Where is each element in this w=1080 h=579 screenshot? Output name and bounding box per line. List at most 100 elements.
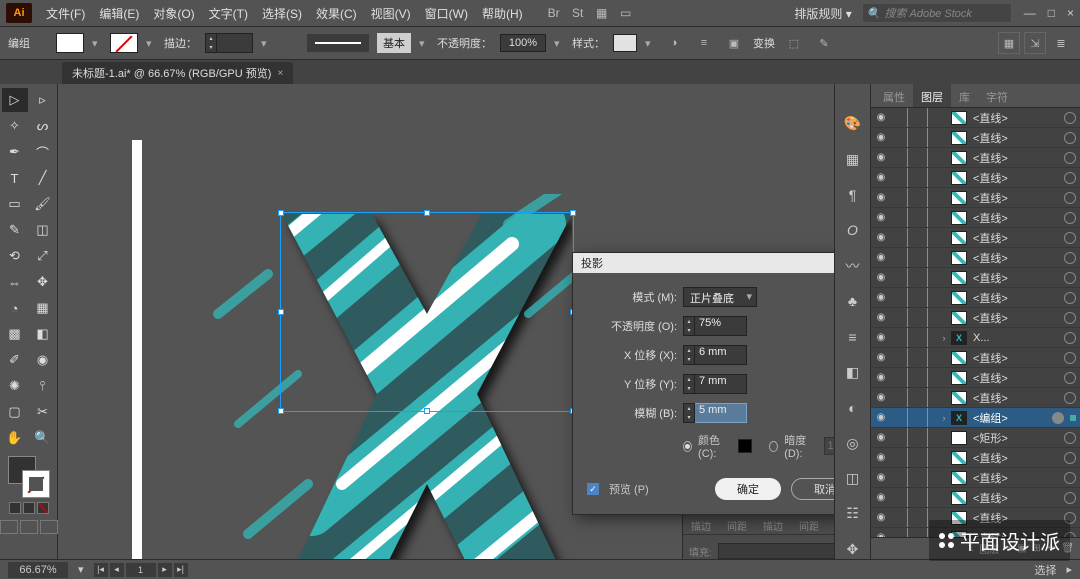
- expand-toggle-icon[interactable]: ›: [939, 413, 949, 423]
- visibility-toggle-icon[interactable]: ◉: [873, 312, 889, 323]
- visibility-toggle-icon[interactable]: ◉: [873, 352, 889, 363]
- layer-name[interactable]: X...: [969, 332, 1062, 344]
- doc-setup-icon[interactable]: ▦: [998, 32, 1020, 54]
- line-tool[interactable]: ╱: [30, 166, 56, 190]
- layer-name[interactable]: <编组>: [969, 410, 1050, 426]
- appearance-tab-1[interactable]: 描边: [683, 515, 719, 534]
- target-icon[interactable]: [1064, 172, 1076, 184]
- shaper-tool[interactable]: ✎: [2, 218, 28, 242]
- align-button[interactable]: ≡: [693, 32, 715, 54]
- layer-list[interactable]: ◉<直线>◉<直线>◉<直线>◉<直线>◉<直线>◉<直线>◉<直线>◉<直线>…: [871, 108, 1080, 537]
- layer-row[interactable]: ◉<矩形>: [871, 428, 1080, 448]
- layer-name[interactable]: <直线>: [969, 150, 1062, 166]
- visibility-toggle-icon[interactable]: ◉: [873, 492, 889, 503]
- transparency-panel-icon[interactable]: ◐: [842, 398, 864, 417]
- paragraph-panel-icon[interactable]: ¶: [842, 185, 864, 204]
- cancel-button[interactable]: 取消: [791, 478, 834, 500]
- color-mode-solid[interactable]: [9, 502, 21, 514]
- panel-tab-libraries[interactable]: 库: [951, 84, 978, 107]
- target-icon[interactable]: [1064, 432, 1076, 444]
- menu-window[interactable]: 窗口(W): [419, 1, 474, 26]
- bridge-icon[interactable]: Br: [544, 3, 564, 23]
- visibility-toggle-icon[interactable]: ◉: [873, 132, 889, 143]
- opacity-stepper[interactable]: ▴▾ 75%: [683, 316, 747, 336]
- layer-row[interactable]: ◉<直线>: [871, 348, 1080, 368]
- document-tab[interactable]: 未标题-1.ai* @ 66.67% (RGB/GPU 预览) ×: [62, 62, 293, 84]
- stock-icon[interactable]: St: [568, 3, 588, 23]
- ok-button[interactable]: 确定: [715, 478, 781, 500]
- curvature-tool[interactable]: ⌒: [30, 140, 56, 164]
- window-close-button[interactable]: ×: [1067, 6, 1074, 20]
- layer-name[interactable]: <直线>: [969, 390, 1062, 406]
- menu-view[interactable]: 视图(V): [365, 1, 417, 26]
- target-icon[interactable]: [1064, 212, 1076, 224]
- blend-tool[interactable]: ◉: [30, 348, 56, 372]
- visibility-toggle-icon[interactable]: ◉: [873, 212, 889, 223]
- layer-row[interactable]: ◉<直线>: [871, 288, 1080, 308]
- preview-checkbox[interactable]: ✓: [587, 483, 599, 495]
- pen-tool[interactable]: ✒: [2, 140, 28, 164]
- layer-row[interactable]: ◉›X<编组>: [871, 408, 1080, 428]
- draw-behind[interactable]: [20, 520, 38, 534]
- shape-builder-tool[interactable]: ◔: [2, 296, 28, 320]
- graphic-styles-panel-icon[interactable]: ◫: [842, 469, 864, 488]
- color-mode-gradient[interactable]: [23, 502, 35, 514]
- layer-row[interactable]: ◉<直线>: [871, 248, 1080, 268]
- visibility-toggle-icon[interactable]: ◉: [873, 112, 889, 123]
- symbol-sprayer-tool[interactable]: ✺: [2, 374, 28, 398]
- visibility-toggle-icon[interactable]: ◉: [873, 432, 889, 443]
- menu-edit[interactable]: 编辑(E): [93, 1, 145, 26]
- layer-name[interactable]: <直线>: [969, 470, 1062, 486]
- chevron-down-icon[interactable]: ▾: [645, 37, 655, 50]
- brush-definition-dropdown[interactable]: [307, 34, 369, 52]
- layer-row[interactable]: ◉<直线>: [871, 168, 1080, 188]
- layer-row[interactable]: ◉<直线>: [871, 188, 1080, 208]
- menu-select[interactable]: 选择(S): [256, 1, 308, 26]
- selection-bounding-box[interactable]: [280, 212, 574, 412]
- zoom-tool[interactable]: 🔍: [30, 426, 56, 450]
- visibility-toggle-icon[interactable]: ◉: [873, 272, 889, 283]
- layer-name[interactable]: <直线>: [969, 450, 1062, 466]
- menu-help[interactable]: 帮助(H): [476, 1, 529, 26]
- eraser-tool[interactable]: ◫: [30, 218, 56, 242]
- close-tab-icon[interactable]: ×: [277, 68, 283, 79]
- gradient-panel-icon[interactable]: ◧: [842, 363, 864, 382]
- visibility-toggle-icon[interactable]: ◉: [873, 392, 889, 403]
- hand-tool[interactable]: ✋: [2, 426, 28, 450]
- edit-symbol-icon[interactable]: ✎: [813, 32, 835, 54]
- panel-tab-properties[interactable]: 属性: [875, 84, 913, 107]
- search-stock-field[interactable]: 🔍 搜索 Adobe Stock: [862, 3, 1012, 23]
- symbols-panel-icon[interactable]: ♣: [842, 292, 864, 311]
- appearance-panel[interactable]: 描边 间距 描边 间距 填充:▴▾ 配置文件:▾⇋: [682, 514, 834, 559]
- chevron-down-icon[interactable]: ▾: [92, 37, 102, 50]
- panel-tab-character[interactable]: 字符: [978, 84, 1016, 107]
- panel-tab-layers[interactable]: 图层: [913, 84, 951, 107]
- recolor-icon[interactable]: ◑: [663, 32, 685, 54]
- opacity-field[interactable]: 100%: [500, 34, 546, 52]
- target-icon[interactable]: [1064, 392, 1076, 404]
- target-icon[interactable]: [1064, 332, 1076, 344]
- chevron-down-icon[interactable]: ▾: [419, 37, 429, 50]
- visibility-toggle-icon[interactable]: ◉: [873, 412, 889, 423]
- color-panel-icon[interactable]: 🎨: [842, 114, 864, 133]
- artboard-navigator[interactable]: |◂◂1▸▸|: [94, 563, 188, 577]
- width-tool[interactable]: ⇔: [2, 270, 28, 294]
- blur-input[interactable]: 5 mm: [695, 403, 747, 423]
- menu-effect[interactable]: 效果(C): [310, 1, 363, 26]
- layer-name[interactable]: <直线>: [969, 490, 1062, 506]
- chevron-down-icon[interactable]: ▾: [78, 563, 84, 576]
- target-icon[interactable]: [1064, 352, 1076, 364]
- expand-toggle-icon[interactable]: ›: [939, 333, 949, 343]
- target-icon[interactable]: [1052, 412, 1064, 424]
- brushes-panel-icon[interactable]: 〰: [842, 256, 864, 276]
- stroke-weight-stepper[interactable]: ▴▾: [205, 33, 253, 53]
- zoom-level-field[interactable]: 66.67%: [8, 562, 68, 578]
- layer-name[interactable]: <直线>: [969, 250, 1062, 266]
- transform-panel-icon[interactable]: ✥: [842, 540, 864, 559]
- magic-wand-tool[interactable]: ✧: [2, 114, 28, 138]
- window-minimize-button[interactable]: —: [1024, 6, 1036, 20]
- rectangle-tool[interactable]: ▭: [2, 192, 28, 216]
- blur-stepper[interactable]: ▴▾ 5 mm: [683, 403, 747, 423]
- fill-stroke-indicator[interactable]: [8, 456, 50, 498]
- target-icon[interactable]: [1064, 292, 1076, 304]
